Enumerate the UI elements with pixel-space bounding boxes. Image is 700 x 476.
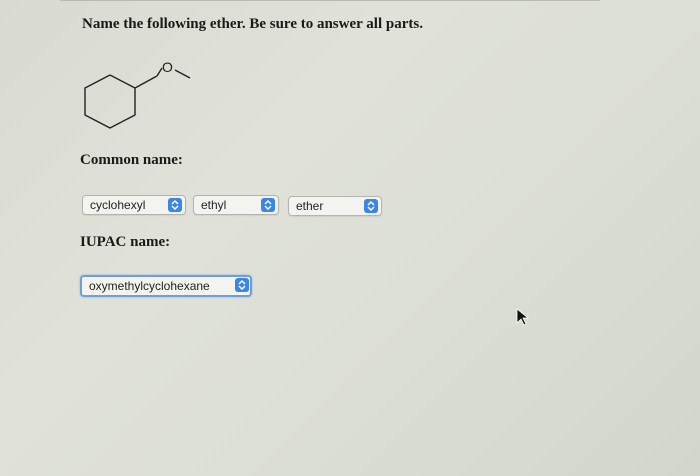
molecule-structure: O — [84, 59, 191, 129]
up-down-arrows-icon[interactable] — [364, 199, 378, 213]
mouse-pointer-icon — [516, 308, 530, 326]
top-divider — [60, 0, 600, 1]
iupac-name-dropdown[interactable]: oxymethylcyclohexane — [80, 275, 252, 297]
dropdown-value: cyclohexyl — [90, 198, 146, 212]
oxygen-atom-label: O — [162, 59, 173, 75]
question-text: Name the following ether. Be sure to ans… — [82, 16, 423, 32]
common-name-dropdown-3[interactable]: ether — [288, 196, 382, 216]
common-name-label: Common name: — [80, 152, 183, 168]
common-name-dropdown-1[interactable]: cyclohexyl — [82, 195, 186, 215]
iupac-name-label: IUPAC name: — [80, 234, 171, 250]
dropdown-value: oxymethylcyclohexane — [89, 279, 210, 293]
up-down-arrows-icon[interactable] — [261, 198, 275, 212]
common-name-dropdown-2[interactable]: ethyl — [193, 195, 279, 215]
dropdown-value: ethyl — [201, 198, 227, 212]
cyclohexane-ring — [84, 74, 136, 129]
bond-o-ch3 — [174, 69, 191, 79]
up-down-arrows-icon[interactable] — [235, 278, 249, 292]
up-down-arrows-icon[interactable] — [168, 198, 182, 212]
bond-ring-ch2 — [134, 75, 158, 89]
dropdown-value: ether — [296, 199, 324, 213]
